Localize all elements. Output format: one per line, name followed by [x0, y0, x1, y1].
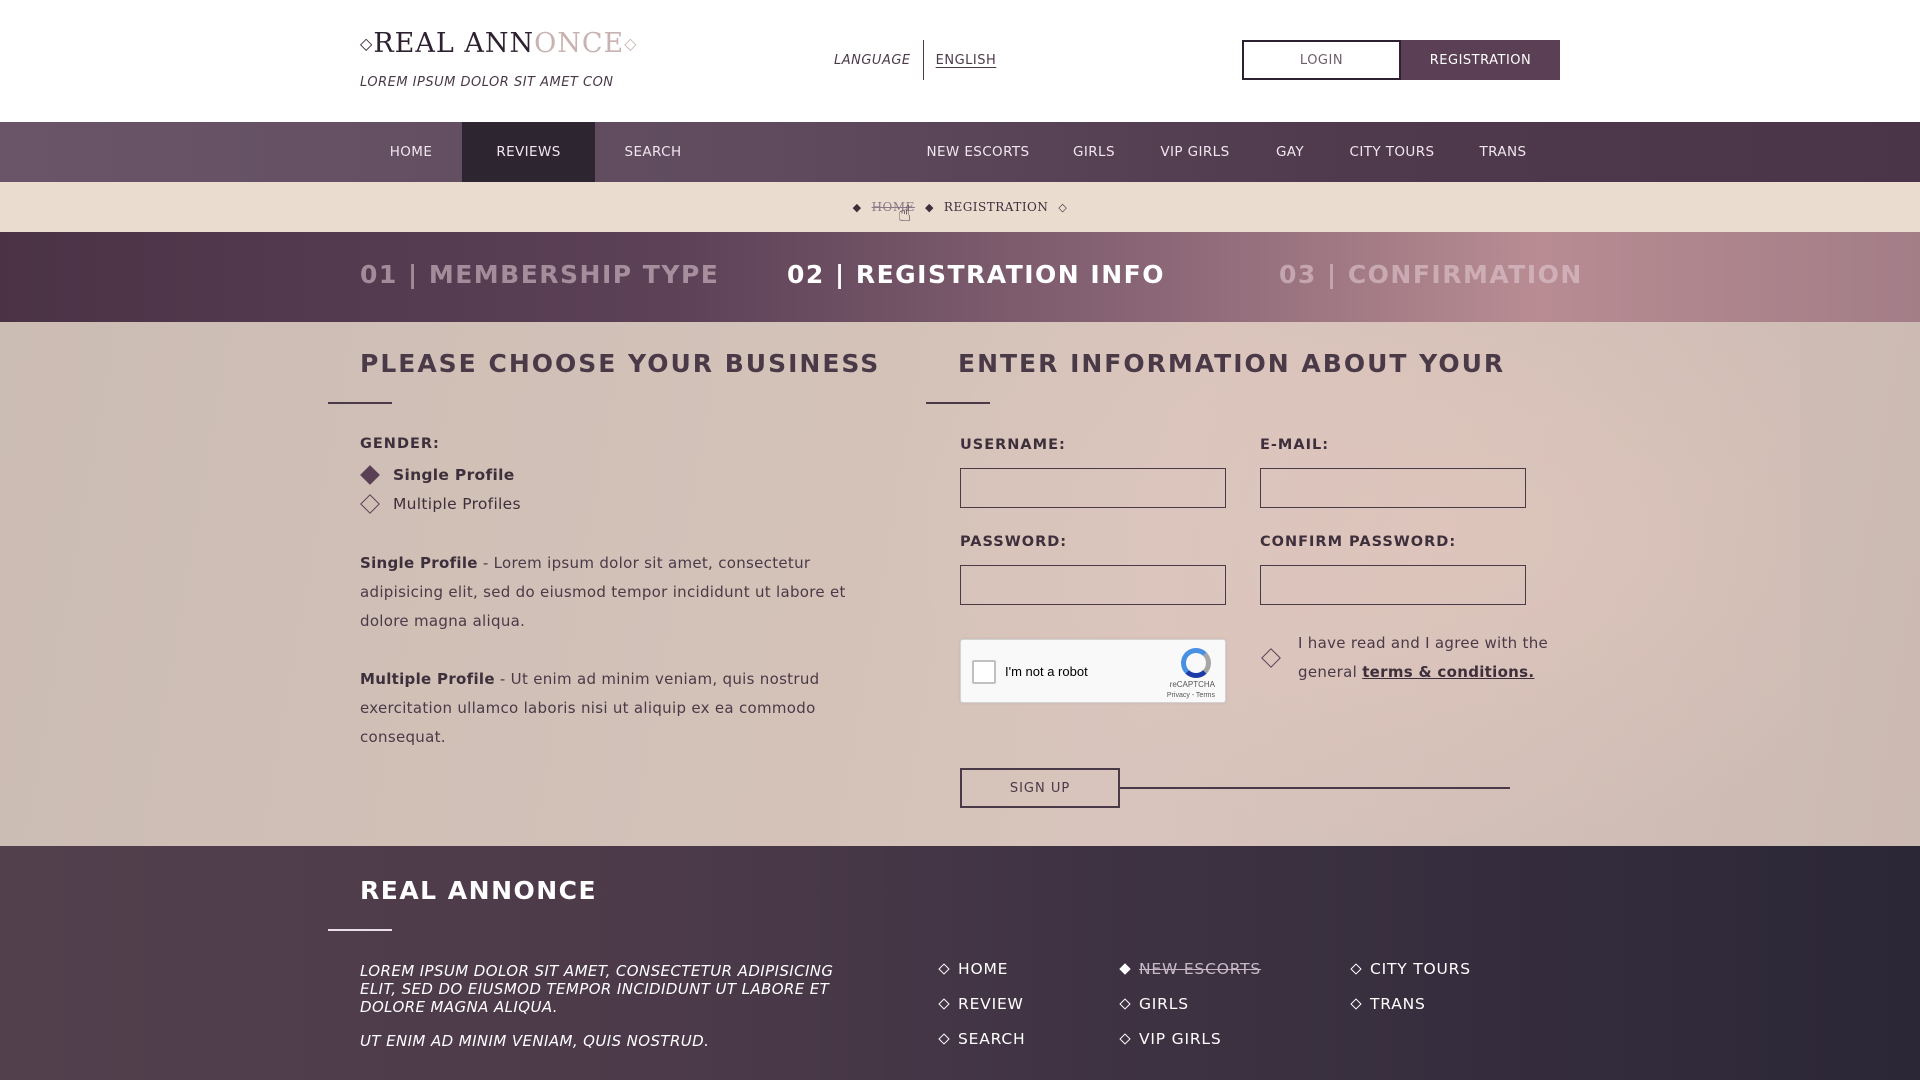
footer-link-new-escorts[interactable]: NEW ESCORTS: [1119, 960, 1261, 978]
site-header: ◇REAL ANNONCE◇ LOREM IPSUM DOLOR SIT AME…: [0, 0, 1920, 122]
nav-item-search[interactable]: SEARCH: [595, 122, 711, 182]
password-input[interactable]: [960, 565, 1226, 605]
radio-selected-icon: [360, 465, 380, 485]
gender-label: GENDER:: [360, 436, 440, 452]
recaptcha-terms-link[interactable]: Privacy - Terms: [1167, 692, 1215, 699]
agree-text: I have read and I agree with the general…: [1298, 634, 1549, 681]
footer-link-review[interactable]: REVIEW: [938, 995, 1024, 1013]
confirm-password-label: CONFIRM PASSWORD:: [1260, 534, 1457, 550]
language-selector[interactable]: LANGUAGE ENGLISH: [834, 40, 996, 80]
site-tagline: LOREM IPSUM DOLOR SIT AMET CON: [360, 75, 614, 90]
registration-button[interactable]: REGISTRATION: [1401, 40, 1560, 80]
breadcrumb-diamond-outline-icon: ◇: [1058, 200, 1068, 214]
diamond-icon: [938, 963, 950, 975]
footer-text-2: UT ENIM AD MINIM VENIAM, QUIS NOSTRUD.: [360, 1032, 710, 1050]
footer-link-trans[interactable]: TRANS: [1350, 995, 1426, 1013]
title-underline: [328, 402, 392, 404]
nav-item-reviews[interactable]: REVIEWS: [462, 122, 595, 182]
footer-link-city-tours[interactable]: CITY TOURS: [1350, 960, 1471, 978]
language-label: LANGUAGE: [834, 52, 911, 68]
recaptcha-label: I'm not a robot: [1005, 664, 1088, 679]
footer-text-1: LOREM IPSUM DOLOR SIT AMET, CONSECTETUR …: [360, 962, 834, 1016]
nav-item-girls[interactable]: GIRLS: [1044, 122, 1144, 182]
info-section-title: ENTER INFORMATION ABOUT YOUR: [958, 349, 1506, 378]
logo-diamond-icon: ◇: [624, 34, 638, 53]
email-label: E-MAIL:: [1260, 437, 1330, 453]
breadcrumb-current: REGISTRATION: [943, 200, 1049, 214]
step-membership-type: 01 | MEMBERSHIP TYPE: [360, 260, 720, 289]
title-underline: [926, 402, 990, 404]
main-nav: HOME REVIEWS SEARCH NEW ESCORTS GIRLS VI…: [0, 122, 1920, 182]
diamond-icon: [1350, 998, 1362, 1010]
nav-item-new-escorts[interactable]: NEW ESCORTS: [912, 122, 1044, 182]
nav-item-home[interactable]: HOME: [360, 122, 462, 182]
breadcrumb: ◆ HOME ◆ REGISTRATION ◇: [0, 182, 1920, 232]
nav-item-gay[interactable]: GAY: [1246, 122, 1334, 182]
footer-link-search[interactable]: SEARCH: [938, 1030, 1026, 1048]
multiple-profile-description: Multiple Profile - Ut enim ad minim veni…: [360, 670, 820, 746]
hand-cursor-icon: ☝: [898, 202, 912, 227]
language-value-link[interactable]: ENGLISH: [924, 53, 997, 68]
radio-single-label: Single Profile: [393, 466, 515, 484]
radio-multiple-label: Multiple Profiles: [393, 495, 521, 513]
diamond-icon: [1350, 963, 1362, 975]
site-logo[interactable]: ◇REAL ANNONCE◇: [360, 28, 638, 59]
terms-link[interactable]: terms & conditions.: [1362, 663, 1534, 681]
radio-multiple-profiles[interactable]: Multiple Profiles: [360, 494, 521, 514]
recaptcha-widget: I'm not a robot reCAPTCHA Privacy - Term…: [960, 639, 1226, 703]
login-button[interactable]: LOGIN: [1242, 40, 1401, 80]
step-registration-info: 02 | REGISTRATION INFO: [787, 260, 1165, 289]
breadcrumb-diamond-icon: ◆: [924, 200, 934, 214]
footer-link-home[interactable]: HOME: [938, 960, 1008, 978]
nav-item-trans[interactable]: TRANS: [1450, 122, 1556, 182]
recaptcha-checkbox[interactable]: [972, 660, 996, 684]
footer-title: REAL ANNONCE: [360, 876, 598, 905]
step-confirmation: 03 | CONFIRMATION: [1279, 260, 1583, 289]
diamond-icon: [1119, 1033, 1131, 1045]
footer-link-girls[interactable]: GIRLS: [1119, 995, 1189, 1013]
recaptcha-logo-icon: [1181, 648, 1211, 678]
sign-up-button[interactable]: SIGN UP: [960, 768, 1120, 808]
recaptcha-brand: reCAPTCHA: [1169, 680, 1215, 689]
diamond-icon: [1119, 998, 1131, 1010]
password-label: PASSWORD:: [960, 534, 1068, 550]
radio-unselected-icon: [360, 494, 380, 514]
logo-diamond-icon: ◇: [360, 34, 374, 53]
nav-item-city-tours[interactable]: CITY TOURS: [1334, 122, 1450, 182]
single-profile-description: Single Profile - Lorem ipsum dolor sit a…: [360, 554, 846, 630]
confirm-password-input[interactable]: [1260, 565, 1526, 605]
nav-item-vip-girls[interactable]: VIP GIRLS: [1144, 122, 1246, 182]
diamond-filled-icon: [1119, 963, 1131, 975]
footer-title-underline: [328, 929, 392, 931]
username-label: USERNAME:: [960, 437, 1066, 453]
sign-up-divider: [1120, 787, 1510, 789]
username-input[interactable]: [960, 468, 1226, 508]
radio-single-profile[interactable]: Single Profile: [360, 465, 515, 485]
registration-steps: 01 | MEMBERSHIP TYPE 02 | REGISTRATION I…: [0, 232, 1920, 322]
diamond-icon: [938, 998, 950, 1010]
breadcrumb-diamond-icon: ◆: [852, 200, 862, 214]
email-input[interactable]: [1260, 468, 1526, 508]
footer-link-vip-girls[interactable]: VIP GIRLS: [1119, 1030, 1221, 1048]
diamond-icon: [938, 1033, 950, 1045]
business-section-title: PLEASE CHOOSE YOUR BUSINESS: [360, 349, 881, 378]
